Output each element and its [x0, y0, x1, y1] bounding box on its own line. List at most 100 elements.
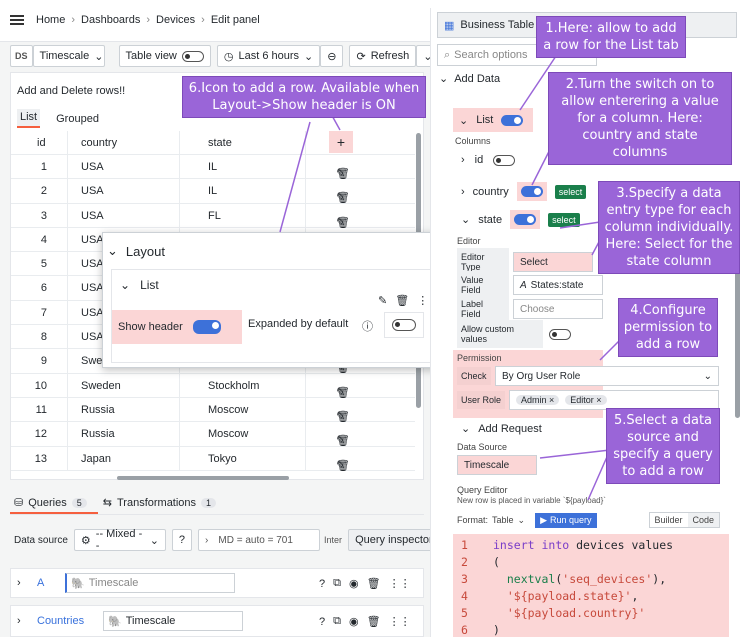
- column-header-id[interactable]: id: [37, 137, 73, 149]
- value-field-select[interactable]: A States:state: [513, 275, 603, 295]
- breadcrumb-home[interactable]: Home: [36, 14, 65, 26]
- label-field-select[interactable]: Choose: [513, 299, 603, 319]
- ds-badge: DS: [15, 51, 28, 61]
- tab-list[interactable]: List: [17, 109, 41, 128]
- trash-icon[interactable]: 🗑: [336, 434, 350, 447]
- query-inspector-button[interactable]: Query inspector: [348, 529, 440, 551]
- chevron-down-icon: ⌄: [94, 50, 104, 63]
- run-query-button[interactable]: ▶ Run query: [535, 512, 597, 528]
- builder-tab[interactable]: Builder: [650, 513, 688, 527]
- trash-icon[interactable]: 🗑: [367, 615, 381, 628]
- callout-3-text: 3.Specify a data entry type for each col…: [604, 186, 734, 269]
- sql-code-editor[interactable]: 1 2 3 4 5 6 insert into devices values (…: [453, 534, 729, 637]
- datasource-help-button[interactable]: ?: [171, 529, 193, 551]
- layout-options-overlay: ⌄ Layout ⌄ List ✎ 🗑 ⋮⋮ Show header Expan…: [102, 232, 442, 368]
- trash-icon[interactable]: 🗑: [336, 216, 350, 229]
- drag-handle-icon[interactable]: ⋮⋮: [389, 577, 411, 590]
- chevron-down-icon[interactable]: ⌄: [459, 114, 468, 127]
- add-request-label: Add Request: [478, 422, 542, 435]
- query-options[interactable]: › MD = auto = 701: [198, 529, 321, 551]
- layout-section-header[interactable]: ⌄ Layout: [107, 243, 165, 259]
- postgres-icon: 🐘: [108, 615, 122, 628]
- run-query-label: Run query: [550, 515, 592, 525]
- list-layout-header[interactable]: ⌄ List: [120, 278, 159, 292]
- zoom-out-button[interactable]: ⊖: [320, 45, 344, 67]
- builder-code-switch: Builder Code: [648, 512, 721, 528]
- menu-icon[interactable]: [10, 14, 24, 26]
- tab-grouped[interactable]: Grouped: [56, 113, 99, 125]
- expanded-by-default-toggle[interactable]: [384, 312, 424, 338]
- refresh-button[interactable]: ⟳ Refresh: [349, 45, 417, 67]
- chevron-right-icon[interactable]: ›: [17, 615, 21, 627]
- column-state-label: state: [478, 213, 503, 226]
- cell-state: IL: [208, 185, 218, 198]
- add-data-section-header[interactable]: ⌄ Add Data: [439, 72, 500, 86]
- column-state-row: ⌄ state select: [461, 210, 580, 229]
- column-country-switch[interactable]: [520, 186, 543, 197]
- datasource-picker[interactable]: DS: [10, 45, 33, 67]
- trash-icon[interactable]: 🗑: [336, 386, 350, 399]
- eye-icon[interactable]: ◉: [349, 615, 359, 628]
- chevron-down-icon: ⌄: [703, 370, 712, 382]
- chevron-right-icon[interactable]: ›: [17, 577, 21, 589]
- data-source-select[interactable]: Timescale: [457, 455, 537, 475]
- tab-queries[interactable]: ⛁ Queries 5: [14, 496, 87, 509]
- time-range-picker[interactable]: ◷ Last 6 hours ⌄: [216, 45, 321, 67]
- format-select[interactable]: Table: [492, 515, 514, 525]
- mixed-datasource-value: -- Mixed --: [95, 528, 143, 552]
- column-header-country[interactable]: country: [81, 137, 117, 149]
- query-datasource-select[interactable]: 🐘 Timescale: [65, 573, 235, 593]
- copy-icon[interactable]: ⧉: [333, 577, 341, 590]
- panel-tabs: List Grouped: [17, 109, 99, 128]
- cell-id: 2: [40, 185, 47, 198]
- check-select[interactable]: By Org User Role ⌄: [495, 366, 719, 386]
- breadcrumb-dashboards[interactable]: Dashboards: [81, 14, 140, 26]
- expanded-switch[interactable]: [392, 319, 416, 331]
- trash-icon[interactable]: 🗑: [336, 459, 350, 472]
- trash-icon[interactable]: 🗑: [336, 410, 350, 423]
- add-request-header[interactable]: ⌄ Add Request: [461, 422, 542, 436]
- callout-1: 1.Here: allow to add a row for the List …: [536, 16, 686, 58]
- copy-icon[interactable]: ⧉: [333, 615, 341, 628]
- column-state-switch[interactable]: [514, 214, 537, 225]
- chevron-right-icon[interactable]: ›: [461, 154, 465, 166]
- datasource-select[interactable]: Timescale ⌄: [32, 45, 105, 67]
- help-icon[interactable]: ?: [319, 578, 325, 590]
- trash-icon[interactable]: 🗑: [367, 577, 381, 590]
- search-icon: ⌕: [444, 48, 451, 61]
- code-tab[interactable]: Code: [687, 513, 720, 527]
- show-header-switch[interactable]: [192, 320, 221, 334]
- help-icon[interactable]: ?: [319, 616, 325, 628]
- trash-icon[interactable]: 🗑: [395, 294, 409, 307]
- breadcrumb-devices[interactable]: Devices: [156, 14, 195, 26]
- query-datasource-select[interactable]: 🐘 Timescale: [103, 611, 243, 631]
- chevron-down-icon[interactable]: ⌄: [461, 213, 470, 226]
- drag-handle-icon[interactable]: ⋮⋮: [389, 615, 411, 628]
- chevron-down-icon: ⌄: [149, 534, 159, 547]
- query-tabs: ⛁ Queries 5 ⇆ Transformations 1: [14, 496, 217, 509]
- editor-type-select[interactable]: Select: [513, 252, 593, 272]
- eye-icon[interactable]: ◉: [349, 577, 359, 590]
- chevron-right-icon[interactable]: ›: [461, 186, 465, 198]
- interval-label: Inter: [324, 535, 343, 545]
- table-view-toggle[interactable]: Table view: [118, 45, 211, 67]
- column-id-switch[interactable]: [493, 154, 516, 166]
- tab-transformations[interactable]: ⇆ Transformations 1: [103, 496, 217, 509]
- edit-icon[interactable]: ✎: [378, 294, 387, 307]
- list-add-row-switch[interactable]: [501, 114, 524, 126]
- allow-custom-switch[interactable]: [549, 328, 571, 340]
- trash-icon[interactable]: 🗑: [336, 167, 350, 180]
- column-header-state[interactable]: state: [208, 137, 232, 149]
- user-role-multiselect[interactable]: Admin × Editor ×: [509, 390, 719, 410]
- mixed-icon: ⚙: [80, 534, 91, 547]
- add-row-button[interactable]: +: [329, 131, 353, 153]
- horizontal-scrollbar[interactable]: [117, 476, 289, 480]
- query-name[interactable]: A: [37, 577, 44, 589]
- allow-custom-label: Allow custom values: [457, 320, 543, 348]
- cell-id: 4: [40, 233, 47, 246]
- table-view-switch[interactable]: [181, 50, 204, 62]
- trash-icon[interactable]: 🗑: [336, 191, 350, 204]
- callout-4-text: 4.Configure permission to add a row: [623, 303, 713, 352]
- query-name[interactable]: Countries: [37, 615, 84, 627]
- mixed-datasource-select[interactable]: ⚙ -- Mixed -- ⌄: [73, 528, 166, 552]
